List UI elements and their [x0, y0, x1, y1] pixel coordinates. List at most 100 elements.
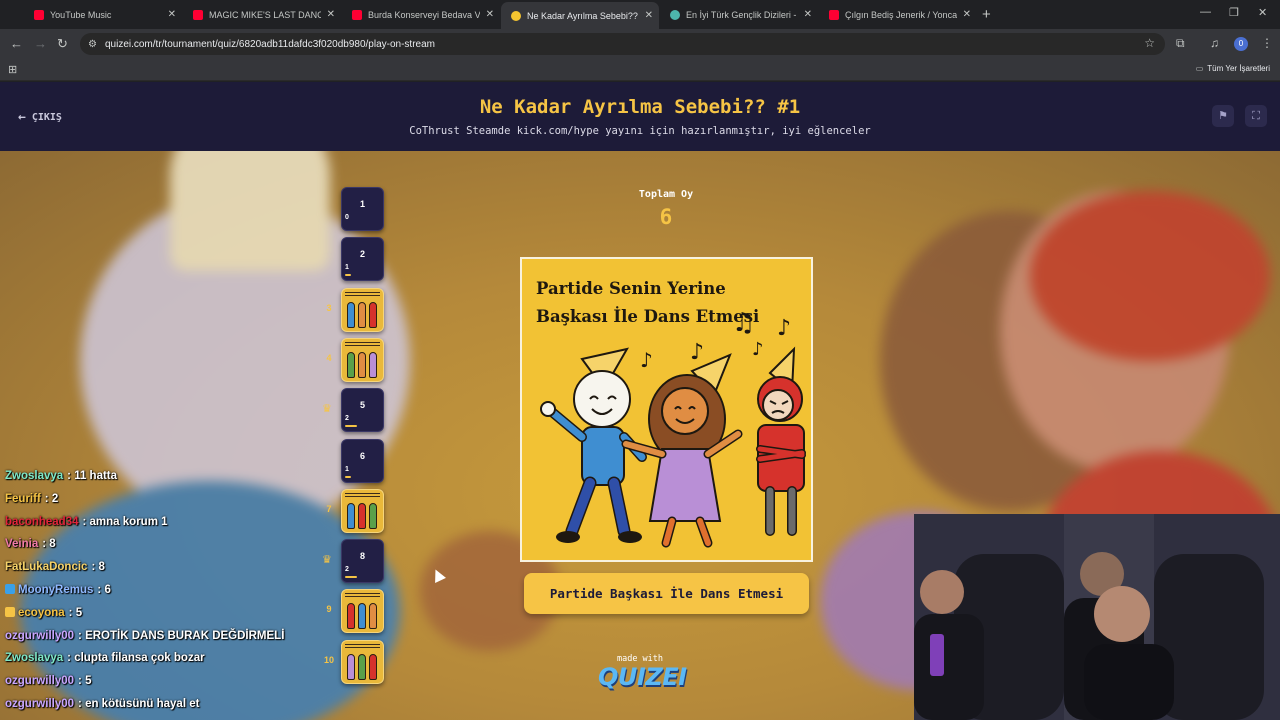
- thumbnail-caption-lines: [345, 643, 380, 650]
- total-votes-label: Toplam Oy: [638, 189, 694, 200]
- candidate-item[interactable]: ♛ 8 2: [322, 539, 392, 584]
- candidate-number: 6: [359, 450, 365, 461]
- chat-username: MoonyRemus: [18, 584, 94, 596]
- made-with-quizei[interactable]: made with QUIZEI: [598, 654, 687, 691]
- candidate-votes: 2: [345, 566, 349, 574]
- tab-title: YouTube Music: [50, 9, 112, 20]
- crown-icon: ♛: [322, 554, 332, 567]
- media-icon[interactable]: ♫: [1210, 36, 1219, 50]
- candidate-item[interactable]: 7: [322, 488, 392, 533]
- fullscreen-button[interactable]: ⛶: [1245, 105, 1267, 127]
- bookmark-star-icon[interactable]: ☆: [1144, 36, 1155, 50]
- browser-toolbar: ← → ↻ ⚙ quizei.com/tr/tournament/quiz/68…: [0, 29, 1280, 59]
- tab-close-icon[interactable]: ✕: [168, 9, 176, 20]
- chat-username: ozgurwilly00: [5, 675, 75, 688]
- profile-avatar[interactable]: 0: [1234, 37, 1248, 51]
- tab-close-icon[interactable]: ✕: [486, 9, 494, 20]
- candidate-votes: 0: [345, 214, 349, 221]
- candidate-item[interactable]: 61: [322, 438, 392, 483]
- candidate-thumbnail[interactable]: [341, 337, 384, 382]
- candidate-card[interactable]: 21: [341, 237, 384, 282]
- tab-title: Ne Kadar Ayrılma Sebebi?? #1: [527, 10, 639, 21]
- vote-choice-button[interactable]: Partide Başkası İle Dans Etmesi: [524, 573, 809, 614]
- website-icon: [670, 9, 680, 20]
- candidate-thumbnail[interactable]: [341, 488, 384, 533]
- candidate-card[interactable]: 61: [341, 438, 384, 483]
- candidate-card[interactable]: 52: [341, 388, 384, 433]
- chat-text: 2: [51, 492, 59, 505]
- candidate-card[interactable]: 82: [341, 539, 384, 584]
- apps-grid-icon[interactable]: ⊞: [8, 63, 17, 76]
- browser-tab[interactable]: Ne Kadar Ayrılma Sebebi?? #1 ✕: [501, 2, 659, 29]
- reload-icon[interactable]: ↻: [57, 36, 68, 52]
- tab-close-icon[interactable]: ✕: [804, 9, 812, 20]
- chat-message: Veinia: 8: [5, 538, 56, 550]
- candidate-thumbnail[interactable]: [341, 589, 384, 634]
- candidate-item[interactable]: 9: [322, 589, 392, 634]
- chat-separator: :: [68, 606, 76, 619]
- candidate-number: 8: [359, 551, 365, 562]
- chat-username: Zwoslavya: [5, 470, 64, 482]
- chat-message: Feuriff: 2: [5, 493, 58, 505]
- chat-text: 11 hatta: [74, 470, 118, 482]
- minimize-icon[interactable]: —: [1200, 6, 1211, 18]
- thumbnail-figure: [358, 502, 366, 529]
- chat-message: Zwoslavya: 11 hatta: [5, 470, 117, 482]
- thumbnail-caption-lines: [345, 492, 380, 499]
- browser-tab[interactable]: Burda Konserveyi Bedava Verm ✕: [342, 4, 500, 25]
- site-info-icon[interactable]: ⚙: [88, 39, 97, 50]
- thumbnail-figure: [358, 653, 366, 680]
- chat-separator: :: [82, 515, 90, 528]
- svg-text:♪: ♪: [690, 340, 704, 365]
- browser-tab[interactable]: MAGIC MIKE'S LAST DANCE - E ✕: [183, 4, 341, 25]
- chat-separator: :: [78, 675, 86, 688]
- candidate-item[interactable]: 21: [322, 237, 392, 282]
- candidate-item[interactable]: 3: [322, 287, 392, 332]
- all-bookmarks[interactable]: ▭ Tüm Yer İşaretleri: [1196, 64, 1270, 73]
- candidate-item[interactable]: ♛ 5 2: [322, 388, 392, 433]
- browser-tab[interactable]: En İyi Türk Gençlik Dizileri - Tie ✕: [660, 4, 818, 25]
- thumbnail-figure: [358, 351, 366, 378]
- address-bar[interactable]: ⚙ quizei.com/tr/tournament/quiz/6820adb1…: [80, 33, 1165, 55]
- webcam-feed-image: [914, 514, 1280, 720]
- candidate-card[interactable]: 10: [341, 187, 384, 231]
- chat-message: MoonyRemus: 6: [5, 584, 111, 596]
- thumbnail-figure: [369, 502, 377, 529]
- thumbnail-figure: [347, 653, 355, 680]
- back-icon[interactable]: ←: [10, 36, 23, 51]
- quizei-logo: QUIZEI: [598, 663, 687, 691]
- chat-text: 8: [49, 538, 56, 551]
- candidate-item[interactable]: 10: [322, 639, 392, 684]
- extensions-icon[interactable]: ⧉: [1176, 36, 1185, 51]
- candidate-item[interactable]: 4: [322, 337, 392, 382]
- tab-close-icon[interactable]: ✕: [645, 10, 653, 21]
- maximize-icon[interactable]: ❐: [1229, 6, 1239, 19]
- tab-close-icon[interactable]: ✕: [327, 9, 335, 20]
- thumbnail-caption-lines: [345, 341, 380, 348]
- quizei-icon: [511, 10, 521, 21]
- thumbnail-caption-lines: [345, 291, 380, 298]
- candidate-vote-bar: [345, 274, 351, 277]
- browser-tab[interactable]: Çılgın Bediş Jenerik / Yonca Eve ✕: [819, 4, 977, 25]
- candidate-thumbnail[interactable]: [341, 287, 384, 332]
- candidate-number: 2: [359, 249, 365, 260]
- quiz-subtitle: CoThrust Steamde kick.com/hype yayını iç…: [409, 125, 871, 137]
- thumbnail-figure: [369, 603, 377, 630]
- forward-icon[interactable]: →: [34, 36, 47, 51]
- candidate-item[interactable]: 10: [322, 187, 392, 231]
- candidate-number: 1: [359, 199, 365, 209]
- chat-text: amna korum 1: [89, 515, 168, 528]
- browser-tab[interactable]: YouTube Music ✕: [24, 4, 182, 25]
- close-window-icon[interactable]: ✕: [1258, 6, 1267, 19]
- thumbnail-figure: [347, 603, 355, 630]
- report-flag-button[interactable]: ⚑: [1212, 105, 1234, 127]
- chat-username: Zwoslavya: [5, 652, 64, 665]
- new-tab-icon[interactable]: +: [982, 6, 991, 23]
- candidate-thumbnail[interactable]: [341, 639, 384, 684]
- menu-dots-icon[interactable]: ⋮: [1261, 36, 1273, 50]
- folder-icon: ▭: [1195, 64, 1204, 73]
- quiz-title: Ne Kadar Ayrılma Sebebi?? #1: [479, 96, 801, 118]
- chat-separator: :: [78, 698, 86, 710]
- bookmarks-bar: ⊞ ▭ Tüm Yer İşaretleri: [0, 59, 1280, 81]
- tab-close-icon[interactable]: ✕: [963, 9, 971, 20]
